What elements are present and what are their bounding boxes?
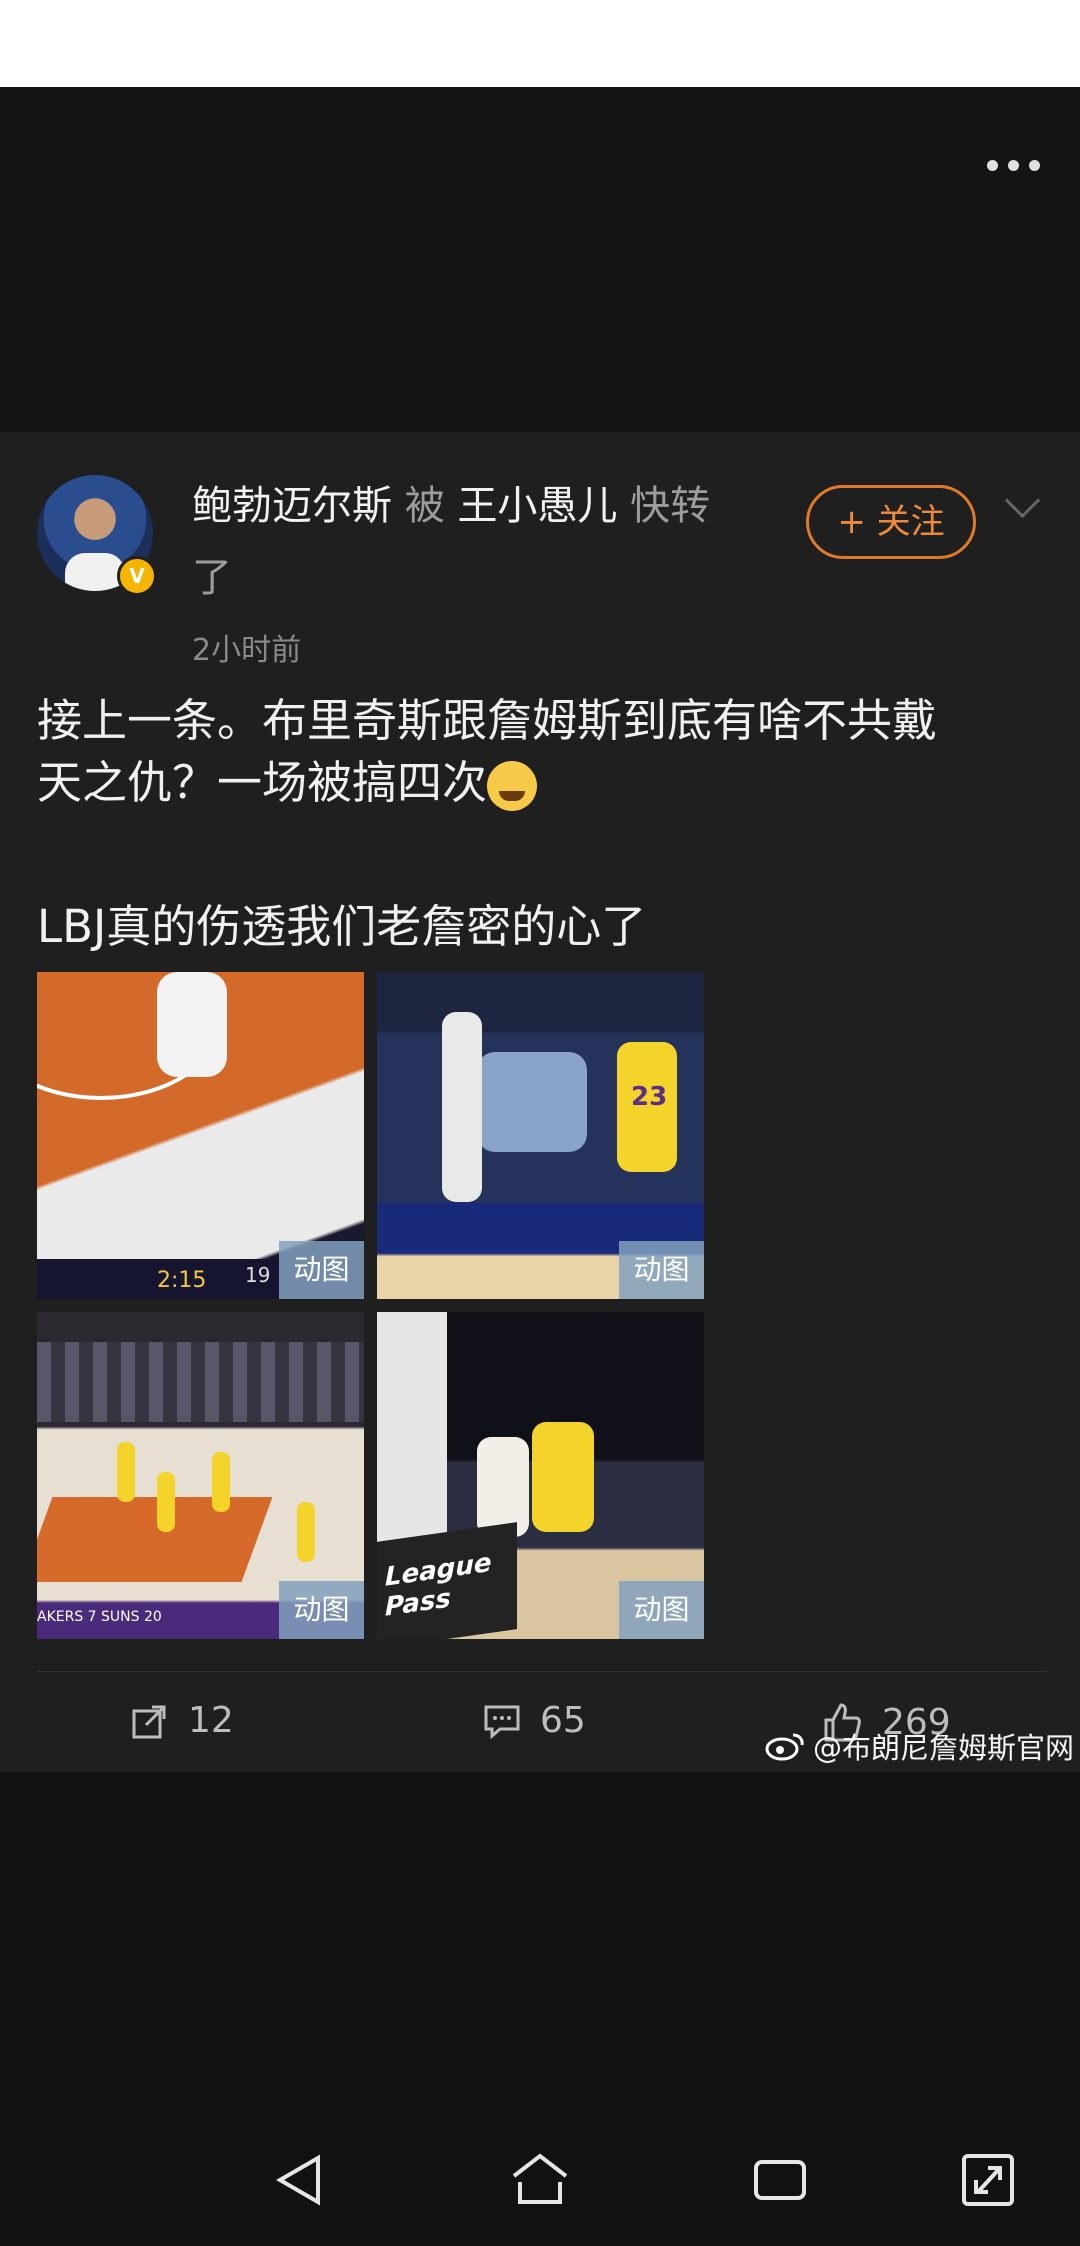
repost-count: 12	[188, 1700, 234, 1741]
league-pass-logo: League Pass	[377, 1522, 517, 1639]
verified-badge-icon: V	[117, 556, 157, 596]
comment-count: 65	[540, 1700, 586, 1741]
gif-thumbnail-4[interactable]: League Pass 动图	[377, 1312, 704, 1639]
follow-button[interactable]: + 关注	[806, 485, 976, 559]
repost-icon	[132, 1705, 166, 1738]
comment-icon	[484, 1705, 520, 1739]
watermark-text: @布朗尼詹姆斯官网	[813, 1731, 1075, 1765]
home-icon[interactable]	[510, 2150, 570, 2210]
comment-button[interactable]: 65	[482, 1700, 586, 1741]
post-text: 接上一条。布里奇斯跟詹姆斯到底有啥不共戴 天之仇？一场被搞四次	[37, 690, 1047, 814]
by-word: 被	[404, 483, 445, 529]
gif-thumbnail-1[interactable]: 2:15 19 动图	[37, 972, 364, 1299]
header-area	[0, 87, 1080, 432]
gif-thumbnail-2[interactable]: 23 动图	[377, 972, 704, 1299]
gif-thumbnail-3[interactable]: AKERS 7 SUNS 20 动图	[37, 1312, 364, 1639]
divider	[37, 1671, 1047, 1672]
repost-action-suffix: 了	[192, 555, 232, 601]
author-name[interactable]: 鲍勃迈尔斯	[192, 483, 392, 529]
post-time: 2小时前	[192, 633, 302, 668]
repost-button[interactable]: 12	[130, 1700, 234, 1741]
post-header-line: 鲍勃迈尔斯 被 王小愚儿 快转 了	[192, 470, 792, 614]
weibo-logo-icon	[765, 1733, 804, 1761]
repost-action: 快转	[630, 483, 711, 529]
gif-tag: 动图	[279, 1241, 364, 1299]
watermark: @布朗尼詹姆斯官网	[765, 1725, 1074, 1767]
gif-tag: 动图	[619, 1241, 704, 1299]
gif-tag: 动图	[619, 1581, 704, 1639]
more-options-icon[interactable]	[987, 160, 1040, 171]
post-text-line: LBJ真的伤透我们老詹密的心了	[37, 900, 647, 953]
post-text-line: 天之仇？一场被搞四次	[37, 752, 1047, 814]
post-text-line: 接上一条。布里奇斯跟詹姆斯到底有啥不共戴	[37, 694, 938, 747]
jersey-number: 23	[631, 1082, 668, 1112]
game-clock: 2:15	[157, 1268, 207, 1293]
game-score: 19	[245, 1263, 271, 1287]
reposter-name[interactable]: 王小愚儿	[457, 483, 617, 529]
expand-screen-icon[interactable]	[960, 2150, 1016, 2210]
laugh-cry-emoji-icon	[487, 761, 538, 811]
recent-apps-icon[interactable]	[752, 2150, 808, 2210]
back-icon[interactable]	[274, 2150, 324, 2210]
gif-tag: 动图	[279, 1581, 364, 1639]
status-bar	[0, 0, 1080, 87]
